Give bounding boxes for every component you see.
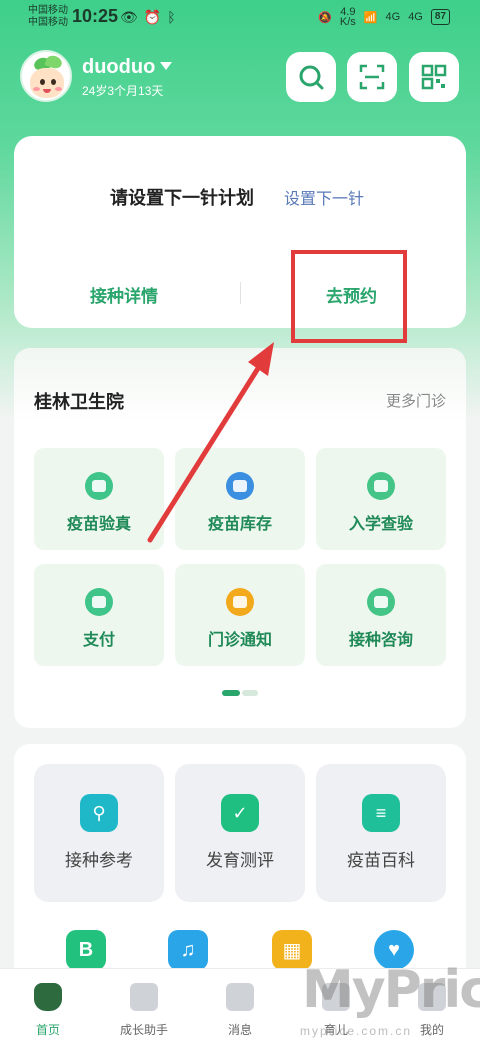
nav-home[interactable]: 首页 bbox=[0, 969, 96, 1040]
tile-label: 接种咨询 bbox=[348, 632, 413, 649]
nav-label: 首页 bbox=[35, 1023, 60, 1037]
chat-icon[interactable]: B bbox=[66, 930, 106, 970]
avatar-eye bbox=[40, 79, 45, 85]
mute-icon: 🔕 bbox=[318, 11, 332, 24]
tool-label: 发育测评 bbox=[206, 851, 274, 870]
search-icon: ⚲ bbox=[80, 794, 118, 832]
music-icon[interactable]: ♫ bbox=[168, 930, 208, 970]
tile-consultation[interactable]: 接种咨询 bbox=[316, 564, 446, 666]
scan-button[interactable] bbox=[347, 52, 397, 102]
consultation-icon bbox=[367, 588, 395, 616]
avatar[interactable] bbox=[20, 50, 72, 102]
user-name[interactable]: duoduo bbox=[82, 56, 155, 79]
chevron-down-icon[interactable] bbox=[160, 62, 172, 70]
tile-clinic-notice[interactable]: 门诊通知 bbox=[175, 564, 305, 666]
tile-label: 入学查验 bbox=[348, 516, 413, 533]
search-icon bbox=[299, 65, 324, 90]
avatar-face bbox=[30, 68, 64, 98]
alarm-icon: ⏰ bbox=[143, 9, 168, 25]
status-icons-right: 🔕 4.9 K/s 📶 4G 4G 87 bbox=[318, 7, 450, 28]
page-indicator bbox=[222, 690, 258, 696]
vaccine-verify-icon bbox=[85, 472, 113, 500]
tile-label: 疫苗库存 bbox=[207, 516, 272, 533]
wifi-icon: 📶 bbox=[363, 11, 378, 24]
qrcode-icon bbox=[421, 64, 447, 90]
nav-messages[interactable]: 消息 bbox=[192, 969, 288, 1040]
carrier-2: 中国移动 bbox=[28, 17, 68, 28]
vaccination-details-button[interactable]: 接种详情 bbox=[90, 282, 158, 307]
divider bbox=[240, 282, 241, 304]
nav-growth-assistant[interactable]: 成长助手 bbox=[96, 969, 192, 1040]
page-dot bbox=[242, 690, 258, 696]
vaccine-stock-icon bbox=[226, 472, 254, 500]
page-dot-active bbox=[222, 690, 240, 696]
tile-vaccine-stock[interactable]: 疫苗库存 bbox=[175, 448, 305, 550]
signal-1: 4G bbox=[385, 11, 401, 23]
plan-title: 请设置下一针计划 bbox=[110, 188, 254, 208]
tile-vaccine-verify[interactable]: 疫苗验真 bbox=[34, 448, 164, 550]
tool-development-assessment[interactable]: ✓ 发育测评 bbox=[175, 764, 305, 902]
signal-2: 4G bbox=[408, 11, 423, 23]
watermark: MyPrice bbox=[302, 960, 480, 1020]
nav-label: 成长助手 bbox=[119, 1023, 168, 1037]
school-check-icon bbox=[367, 472, 395, 500]
wallet-icon bbox=[85, 588, 113, 616]
avatar-eye bbox=[51, 79, 56, 85]
highlight-box bbox=[291, 250, 407, 343]
bluetooth-icon: ᛒ bbox=[167, 9, 182, 25]
tool-vaccine-encyclopedia[interactable]: ≡ 疫苗百科 bbox=[316, 764, 446, 902]
tile-label: 支付 bbox=[82, 632, 115, 649]
nav-label: 我的 bbox=[419, 1023, 444, 1037]
status-bar: 中国移动 中国移动 10:25 👁⏰ᛒ 🔕 4.9 K/s 📶 4G 4G 87 bbox=[0, 0, 480, 36]
tile-school-check[interactable]: 入学查验 bbox=[316, 448, 446, 550]
home-icon bbox=[34, 983, 62, 1011]
avatar-cheek bbox=[33, 87, 40, 91]
tool-label: 疫苗百科 bbox=[347, 851, 415, 870]
avatar-cheek bbox=[55, 87, 62, 91]
growth-chart-icon bbox=[130, 983, 158, 1011]
carrier-1: 中国移动 bbox=[28, 5, 68, 16]
checklist-icon: ✓ bbox=[221, 794, 259, 832]
carrier-info: 中国移动 中国移动 bbox=[28, 5, 68, 29]
encyclopedia-icon: ≡ bbox=[362, 794, 400, 832]
status-time: 10:25 bbox=[72, 6, 119, 26]
clinic-name: 桂林卫生院 bbox=[34, 392, 124, 412]
net-speed-unit: K/s bbox=[339, 16, 356, 28]
scan-icon bbox=[359, 64, 385, 90]
watermark-sub: myprice.com.cn bbox=[300, 1024, 413, 1038]
tile-label: 疫苗验真 bbox=[66, 516, 131, 533]
tile-label: 门诊通知 bbox=[207, 632, 272, 649]
more-clinics-link[interactable]: 更多门诊 bbox=[386, 390, 446, 411]
eye-icon: 👁 bbox=[120, 9, 144, 25]
message-icon bbox=[226, 983, 254, 1011]
user-age: 24岁3个月13天 bbox=[82, 84, 164, 98]
search-button[interactable] bbox=[286, 52, 336, 102]
clinic-card: 桂林卫生院 更多门诊 疫苗验真 疫苗库存 入学查验 支付 门诊通知 接种咨询 bbox=[14, 348, 466, 728]
set-next-dose-link[interactable]: 设置下一针 bbox=[284, 185, 364, 209]
tool-label: 接种参考 bbox=[65, 851, 133, 870]
tool-vaccination-reference[interactable]: ⚲ 接种参考 bbox=[34, 764, 164, 902]
qrcode-button[interactable] bbox=[409, 52, 459, 102]
nav-label: 消息 bbox=[227, 1023, 252, 1037]
battery-indicator: 87 bbox=[430, 9, 450, 25]
notice-icon bbox=[226, 588, 254, 616]
tile-payment[interactable]: 支付 bbox=[34, 564, 164, 666]
status-icons-left: 👁⏰ᛒ bbox=[120, 9, 182, 26]
